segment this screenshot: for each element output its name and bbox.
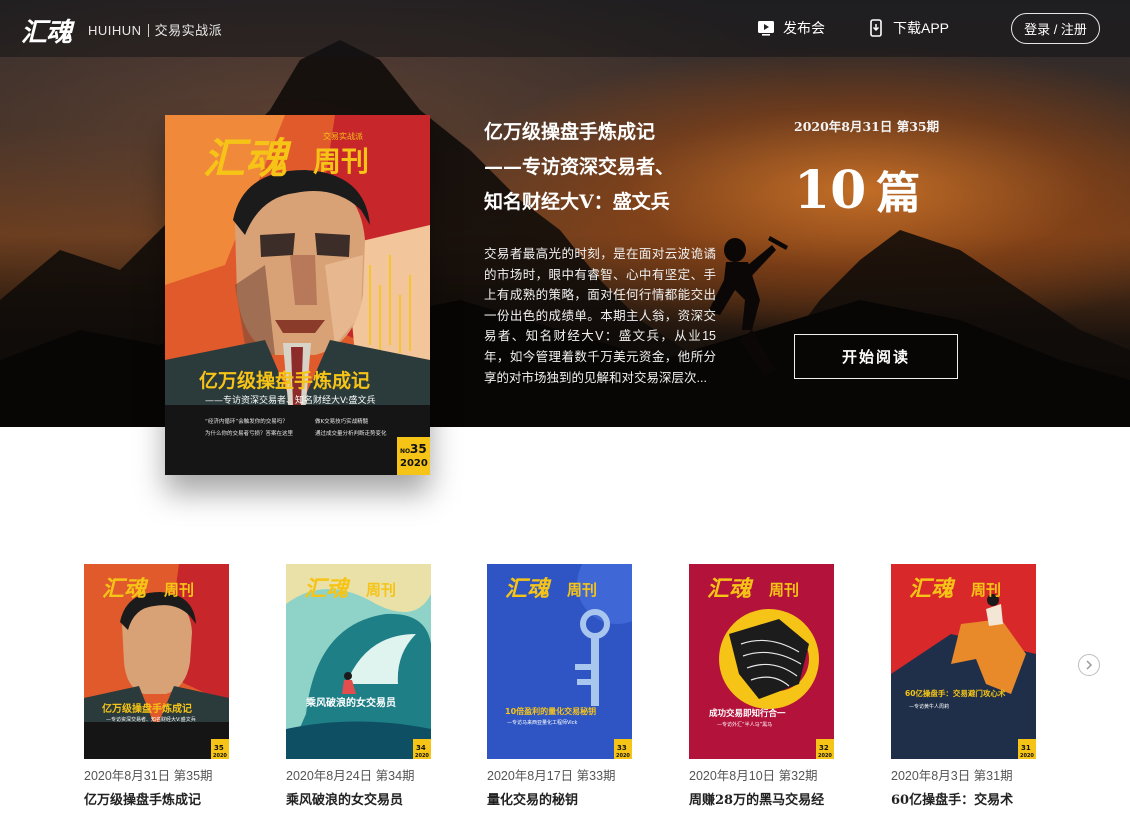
featured-date-issue: 2020年8月31日 第35期 bbox=[794, 119, 940, 134]
cover-bullet-right-1: 做K交易技巧实战精髓 bbox=[315, 417, 369, 425]
carousel-next-button[interactable] bbox=[1078, 654, 1100, 676]
thumb-headline: 10倍盈利的量化交易秘钥 bbox=[505, 706, 596, 716]
featured-article-count: 10 篇 bbox=[794, 157, 920, 221]
brand-divider bbox=[147, 24, 149, 37]
issue-card-31[interactable]: 汇魂 周刊 60亿操盘手：交易避门攻心术 —专访黄牛人周莉 31 2020 20… bbox=[891, 564, 1036, 808]
thumb-issue-no: 33 bbox=[617, 744, 627, 752]
issue-card-33[interactable]: 汇魂 周刊 10倍盈利的量化交易秘钥 —专访马来西亚量化工程师Vick 33 2… bbox=[487, 564, 632, 808]
thumb-subhead: —专访资深交易者、知名财经大V:盛文兵 bbox=[106, 716, 196, 723]
cover-masthead-tag: 交易实战派 bbox=[323, 131, 363, 141]
thumb-headline: 成功交易即知行合一 bbox=[709, 708, 786, 719]
thumb-year: 2020 bbox=[213, 753, 227, 759]
thumb-year: 2020 bbox=[818, 753, 832, 759]
cover-year: 2020 bbox=[400, 458, 428, 469]
thumb-issue-no: 34 bbox=[416, 744, 426, 752]
article-count-number: 10 bbox=[794, 160, 867, 221]
thumb-title: 周刊 bbox=[366, 581, 396, 599]
issue-title[interactable]: 周赚28万的黑马交易经 bbox=[689, 789, 834, 808]
issue-card-32[interactable]: 汇魂 周刊 成功交易即知行合一 —专访外汇“半人马”黑马 32 2020 202… bbox=[689, 564, 834, 808]
thumb-subhead: —专访外汇“半人马”黑马 bbox=[717, 721, 772, 728]
issue-date: 2020年8月17日 第33期 bbox=[487, 769, 616, 783]
issue-card-35[interactable]: 汇魂 周刊 亿万级操盘手炼成记 —专访资深交易者、知名财经大V:盛文兵 35 2… bbox=[84, 564, 229, 808]
issue-thumb-34: 汇魂 周刊 乘风破浪的女交易员 34 2020 bbox=[286, 564, 431, 759]
featured-title-line-3: 知名财经大V：盛文兵 bbox=[484, 191, 670, 213]
featured-title-line-2: ——专访资深交易者、 bbox=[484, 156, 675, 178]
thumb-headline: 亿万级操盘手炼成记 bbox=[102, 702, 192, 715]
thumb-title: 周刊 bbox=[971, 581, 1001, 599]
issue-date: 2020年8月24日 第34期 bbox=[286, 769, 415, 783]
thumb-subhead: —专访黄牛人周莉 bbox=[909, 703, 949, 710]
chevron-right-icon bbox=[1086, 660, 1093, 670]
issue-date: 2020年8月31日 第35期 bbox=[84, 769, 213, 783]
thumb-issue-no: 35 bbox=[214, 744, 224, 752]
site-logo[interactable]: 汇魂 bbox=[21, 12, 72, 49]
mobile-phone-icon bbox=[870, 19, 882, 37]
thumb-logo: 汇魂 bbox=[102, 576, 149, 602]
top-nav: 汇魂 HUIHUN 交易实战派 发布会 下载APP 登录 / 注册 bbox=[0, 0, 1130, 57]
cover-bullet-right-2: 通过成交量分析判断走势变化 bbox=[315, 429, 387, 437]
nav-download-app-label: 下载APP bbox=[893, 20, 950, 36]
issue-title[interactable]: 亿万级操盘手炼成记 bbox=[84, 789, 229, 808]
nav-release-label: 发布会 bbox=[783, 20, 825, 36]
cover-masthead-title: 周刊 bbox=[313, 145, 369, 178]
cover-bullet-left-1: “经济内循环”会触发你的交易吗？ bbox=[205, 417, 288, 425]
article-count-unit: 篇 bbox=[876, 168, 921, 219]
featured-cover[interactable]: 汇魂 周刊 交易实战派 亿万级操盘手炼成记 ——专访资深交易者、知名财经大V:盛… bbox=[165, 115, 430, 475]
thumb-title: 周刊 bbox=[164, 581, 194, 599]
featured-title-line-1: 亿万级操盘手炼成记 bbox=[484, 121, 656, 143]
thumb-year: 2020 bbox=[415, 753, 429, 759]
thumb-logo: 汇魂 bbox=[304, 576, 351, 602]
issue-title[interactable]: 量化交易的秘钥 bbox=[487, 789, 632, 808]
login-register-button[interactable]: 登录 / 注册 bbox=[1011, 13, 1100, 44]
thumb-logo: 汇魂 bbox=[707, 576, 754, 602]
issue-date: 2020年8月3日 第31期 bbox=[891, 769, 1013, 783]
thumb-logo: 汇魂 bbox=[909, 576, 956, 602]
issue-title[interactable]: 60亿操盘手：交易术 bbox=[891, 789, 1036, 808]
brand-cn: 交易实战派 bbox=[154, 23, 223, 38]
thumb-logo: 汇魂 bbox=[505, 576, 552, 602]
thumb-subhead: —专访马来西亚量化工程师Vick bbox=[507, 719, 577, 726]
thumb-headline: 60亿操盘手：交易避门攻心术 bbox=[905, 688, 1006, 698]
featured-cover-art: 汇魂 周刊 交易实战派 亿万级操盘手炼成记 ——专访资深交易者、知名财经大V:盛… bbox=[165, 115, 430, 475]
video-play-icon bbox=[758, 21, 774, 36]
nav-release-link[interactable]: 发布会 bbox=[757, 18, 825, 38]
thumb-year: 2020 bbox=[1020, 753, 1034, 759]
cover-subhead: ——专访资深交易者、知名财经大V:盛文兵 bbox=[205, 394, 375, 406]
brand-tagline: HUIHUN 交易实战派 bbox=[88, 20, 222, 39]
cover-headline: 亿万级操盘手炼成记 bbox=[199, 369, 370, 392]
thumb-headline: 乘风破浪的女交易员 bbox=[305, 696, 396, 709]
issue-thumb-33: 汇魂 周刊 10倍盈利的量化交易秘钥 —专访马来西亚量化工程师Vick 33 2… bbox=[487, 564, 632, 759]
cover-no-value: 35 bbox=[410, 442, 427, 456]
issue-thumb-32: 汇魂 周刊 成功交易即知行合一 —专访外汇“半人马”黑马 32 2020 bbox=[689, 564, 834, 759]
cover-masthead-logo: 汇魂 bbox=[203, 134, 292, 183]
start-reading-button[interactable]: 开始阅读 bbox=[794, 334, 958, 379]
issue-title[interactable]: 乘风破浪的女交易员 bbox=[286, 789, 431, 808]
issue-thumb-35: 汇魂 周刊 亿万级操盘手炼成记 —专访资深交易者、知名财经大V:盛文兵 35 2… bbox=[84, 564, 229, 759]
featured-description: 交易者最高光的时刻，是在面对云波诡谲的市场时，眼中有睿智、心中有坚定、手上有成熟… bbox=[484, 247, 716, 385]
issue-card-34[interactable]: 汇魂 周刊 乘风破浪的女交易员 34 2020 2020年8月24日 第34期 … bbox=[286, 564, 431, 808]
nav-download-app-link[interactable]: 下载APP bbox=[867, 18, 949, 38]
thumb-issue-no: 32 bbox=[819, 744, 829, 752]
brand-en: HUIHUN bbox=[88, 23, 142, 38]
thumb-year: 2020 bbox=[616, 753, 630, 759]
featured-title[interactable]: 亿万级操盘手炼成记 ——专访资深交易者、 知名财经大V：盛文兵 bbox=[484, 115, 724, 220]
cover-bullet-left-2: 为什么你的交易者亏损？答案在这里 bbox=[205, 429, 294, 437]
issue-thumb-31: 汇魂 周刊 60亿操盘手：交易避门攻心术 —专访黄牛人周莉 31 2020 bbox=[891, 564, 1036, 759]
thumb-issue-no: 31 bbox=[1021, 744, 1031, 752]
issue-date: 2020年8月10日 第32期 bbox=[689, 769, 818, 783]
thumb-title: 周刊 bbox=[567, 581, 597, 599]
thumb-title: 周刊 bbox=[769, 581, 799, 599]
